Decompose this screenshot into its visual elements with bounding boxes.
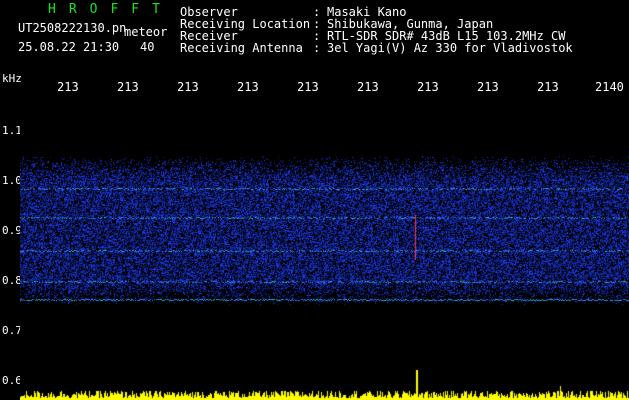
spectrogram-canvas	[20, 95, 629, 400]
x-tick-label: 213	[417, 80, 439, 94]
x-tick-label: 213	[537, 80, 559, 94]
x-tick-label: 213	[117, 80, 139, 94]
count: 40	[140, 40, 155, 54]
x-tick-label: 213	[177, 80, 199, 94]
y-tick-label: 1.1	[2, 124, 22, 137]
y-tick-label: 0.6	[2, 374, 22, 387]
x-tick-label: 213	[357, 80, 379, 94]
field-antenna-sep: :	[313, 41, 321, 55]
x-tick-label: 213	[237, 80, 259, 94]
x-tick-label: 2140	[595, 80, 624, 94]
x-tick-label: 213	[57, 80, 79, 94]
type-label: meteor	[124, 25, 168, 39]
y-tick-label: 0.8	[2, 274, 22, 287]
y-tick-label: 1.0	[2, 174, 22, 187]
datetime: 25.08.22 21:30	[18, 40, 120, 54]
filename: UT2508222130.pn	[18, 21, 127, 35]
field-antenna-value: 3el Yagi(V) Az 330 for Vladivostok	[327, 41, 573, 55]
y-tick-label: 0.7	[2, 324, 22, 337]
field-antenna-label: Receiving Antenna	[180, 41, 303, 55]
y-tick-label: 0.9	[2, 224, 22, 237]
y-unit-label: kHz	[2, 72, 22, 85]
x-tick-label: 213	[297, 80, 319, 94]
x-tick-label: 213	[477, 80, 499, 94]
hrofft-title: HROFFT	[48, 2, 173, 17]
